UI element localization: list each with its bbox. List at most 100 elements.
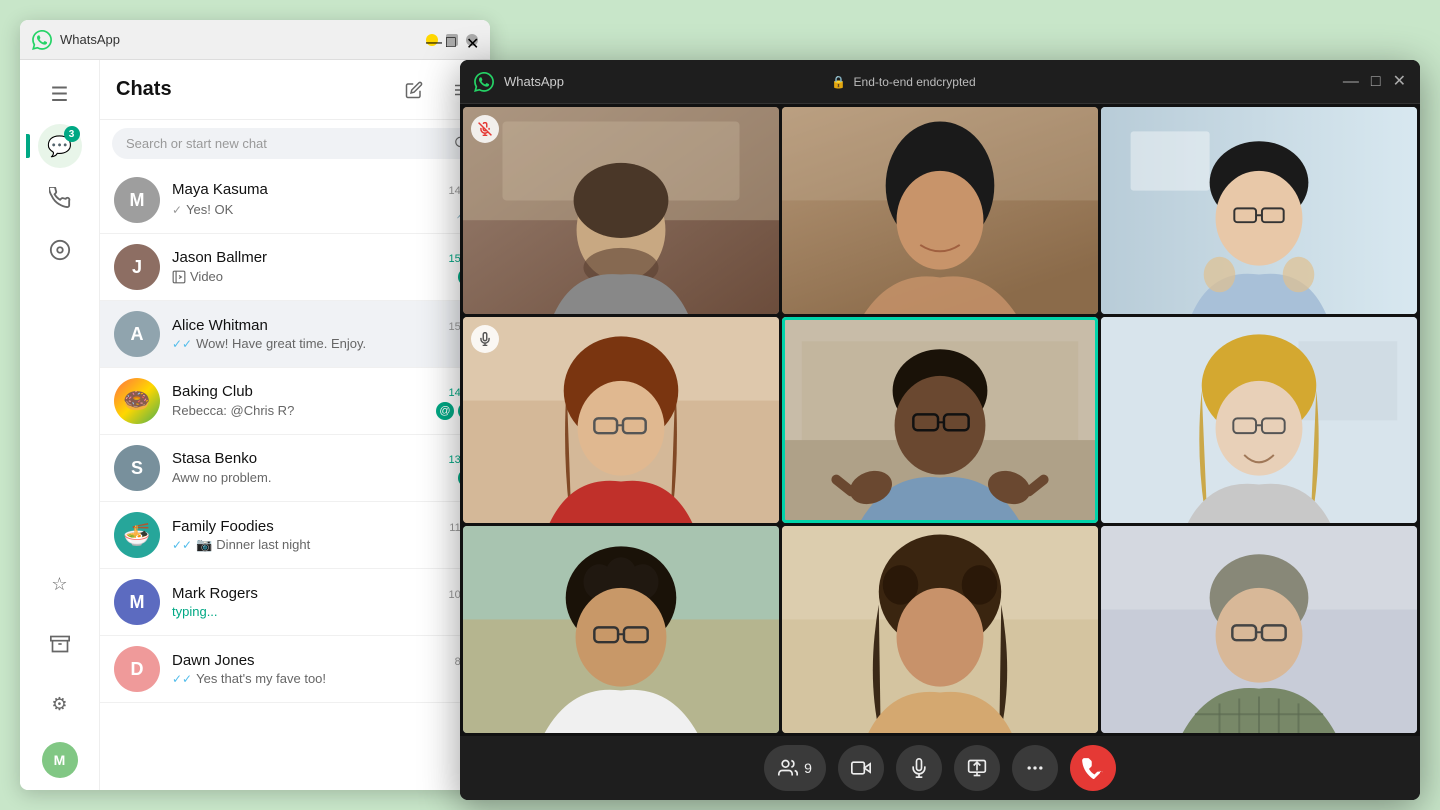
sidebar-menu-icon[interactable]: ☰ xyxy=(38,72,82,116)
minimize-button[interactable]: — xyxy=(426,34,438,46)
video-cell-4 xyxy=(463,317,779,524)
check-icon-family: ✓✓ xyxy=(172,538,192,552)
video-control-icon xyxy=(851,758,871,778)
main-title: WhatsApp xyxy=(60,32,426,47)
video-maximize-button[interactable]: □ xyxy=(1371,74,1381,90)
call-controls-bar: 9 xyxy=(460,736,1420,800)
video-whatsapp-logo xyxy=(474,72,494,92)
search-input[interactable] xyxy=(112,128,478,159)
avatar-baking: 🍩 xyxy=(114,378,160,424)
video-bg-9 xyxy=(1101,526,1417,733)
mic-overlay-4 xyxy=(471,325,499,353)
avatar-stasa: S xyxy=(114,445,160,491)
chat-info-alice: Alice Whitman 15:12 ✓✓ Wow! Have great t… xyxy=(172,317,476,351)
person-silhouette-1 xyxy=(463,107,779,314)
chat-msg-family: ✓✓ 📷 Dinner last night xyxy=(172,537,476,553)
chat-name-dawn: Dawn Jones xyxy=(172,652,255,669)
lock-icon: 🔒 xyxy=(831,75,846,89)
chat-info-family: Family Foodies 11:21 ✓✓ 📷 Dinner last ni… xyxy=(172,518,476,553)
new-chat-button[interactable] xyxy=(398,74,430,106)
end-call-icon xyxy=(1082,757,1104,779)
share-screen-button[interactable] xyxy=(954,745,1000,791)
person-silhouette-5 xyxy=(782,317,1098,524)
chat-item-alice[interactable]: A Alice Whitman 15:12 ✓✓ Wow! Have great… xyxy=(100,301,490,368)
encryption-label: 🔒 End-to-end endcrypted xyxy=(574,75,1233,89)
video-grid xyxy=(460,104,1420,736)
chat-panel: Chats xyxy=(100,60,490,790)
chat-name-family: Family Foodies xyxy=(172,518,274,535)
chat-msg-alice: ✓✓ Wow! Have great time. Enjoy. xyxy=(172,336,476,351)
avatar-mark: M xyxy=(114,579,160,625)
chat-info-baking: Baking Club 14:43 Rebecca: @Chris R? @ 1 xyxy=(172,383,476,420)
chat-info-mark: Mark Rogers 10:56 typing... xyxy=(172,585,476,619)
video-cell-3 xyxy=(1101,107,1417,314)
chat-item-maya[interactable]: M Maya Kasuma 14:54 ✓ Yes! OK 📌 xyxy=(100,167,490,234)
video-bg-2 xyxy=(782,107,1098,314)
video-cell-1 xyxy=(463,107,779,314)
more-options-button[interactable] xyxy=(1012,745,1058,791)
whatsapp-logo-icon xyxy=(32,30,52,50)
mic-muted-icon-4 xyxy=(471,325,499,353)
share-screen-icon xyxy=(967,758,987,778)
chat-info-dawn: Dawn Jones 8:32 ✓✓ Yes that's my fave to… xyxy=(172,652,476,686)
close-button[interactable]: ✕ xyxy=(466,34,478,46)
person-silhouette-4 xyxy=(463,317,779,524)
person-silhouette-9 xyxy=(1101,526,1417,733)
video-bg-7 xyxy=(463,526,779,733)
video-bg-5 xyxy=(782,317,1098,524)
chat-item-mark[interactable]: M Mark Rogers 10:56 typing... xyxy=(100,569,490,636)
chat-info-stasa: Stasa Benko 13:56 Aww no problem. 2 xyxy=(172,450,476,487)
chat-info-jason: Jason Ballmer 15:26 Video 3 xyxy=(172,249,476,286)
participants-button[interactable]: 9 xyxy=(764,745,826,791)
check-icon-dawn: ✓✓ xyxy=(172,672,192,686)
video-title-bar: WhatsApp 🔒 End-to-end endcrypted — □ ✕ xyxy=(460,60,1420,104)
sidebar: ☰ 💬 3 ☆ ⚙ xyxy=(20,60,100,790)
chat-item-stasa[interactable]: S Stasa Benko 13:56 Aww no problem. 2 xyxy=(100,435,490,502)
chat-msg-maya: ✓ Yes! OK xyxy=(172,202,456,217)
sidebar-calls-icon[interactable] xyxy=(38,176,82,220)
chat-header: Chats xyxy=(100,60,490,120)
sidebar-status-icon[interactable] xyxy=(38,228,82,272)
video-cell-8 xyxy=(782,526,1098,733)
title-bar: WhatsApp — □ ✕ xyxy=(20,20,490,60)
maximize-button[interactable]: □ xyxy=(446,34,458,46)
video-bg-4 xyxy=(463,317,779,524)
video-bg-6 xyxy=(1101,317,1417,524)
my-avatar[interactable]: M xyxy=(42,742,78,778)
end-call-button[interactable] xyxy=(1070,745,1116,791)
person-silhouette-3 xyxy=(1101,107,1417,314)
person-silhouette-8 xyxy=(782,526,1098,733)
chats-badge: 3 xyxy=(64,126,80,142)
mic-overlay-1 xyxy=(471,115,499,143)
video-toggle-button[interactable] xyxy=(838,745,884,791)
chat-msg-stasa: Aww no problem. xyxy=(172,470,458,485)
sidebar-starred-icon[interactable]: ☆ xyxy=(38,562,82,606)
more-options-icon xyxy=(1025,758,1045,778)
chat-msg-baking: Rebecca: @Chris R? xyxy=(172,403,436,418)
person-silhouette-2 xyxy=(782,107,1098,314)
chat-msg-mark: typing... xyxy=(172,604,476,619)
video-minimize-button[interactable]: — xyxy=(1343,74,1359,90)
chat-item-baking[interactable]: 🍩 Baking Club 14:43 Rebecca: @Chris R? @… xyxy=(100,368,490,435)
chat-list: M Maya Kasuma 14:54 ✓ Yes! OK 📌 xyxy=(100,167,490,790)
check-icon-alice: ✓✓ xyxy=(172,337,192,351)
video-cell-9 xyxy=(1101,526,1417,733)
chat-item-jason[interactable]: J Jason Ballmer 15:26 Video 3 xyxy=(100,234,490,301)
person-silhouette-6 xyxy=(1101,317,1417,524)
sidebar-settings-icon[interactable]: ⚙ xyxy=(38,682,82,726)
video-close-button[interactable]: ✕ xyxy=(1393,74,1406,90)
chat-item-dawn[interactable]: D Dawn Jones 8:32 ✓✓ Yes that's my fave … xyxy=(100,636,490,703)
sidebar-archived-icon[interactable] xyxy=(38,622,82,666)
mic-toggle-button[interactable] xyxy=(896,745,942,791)
sidebar-chats-icon[interactable]: 💬 3 xyxy=(38,124,82,168)
person-silhouette-7 xyxy=(463,526,779,733)
chat-info-maya: Maya Kasuma 14:54 ✓ Yes! OK 📌 xyxy=(172,181,476,220)
chat-msg-dawn: ✓✓ Yes that's my fave too! xyxy=(172,671,476,686)
mic-muted-icon-1 xyxy=(471,115,499,143)
chat-item-family[interactable]: 🍜 Family Foodies 11:21 ✓✓ 📷 Dinner last … xyxy=(100,502,490,569)
avatar-maya: M xyxy=(114,177,160,223)
chat-msg-jason: Video xyxy=(172,269,458,284)
video-call-window: WhatsApp 🔒 End-to-end endcrypted — □ ✕ xyxy=(460,60,1420,800)
video-cell-2 xyxy=(782,107,1098,314)
chats-title: Chats xyxy=(116,78,172,101)
